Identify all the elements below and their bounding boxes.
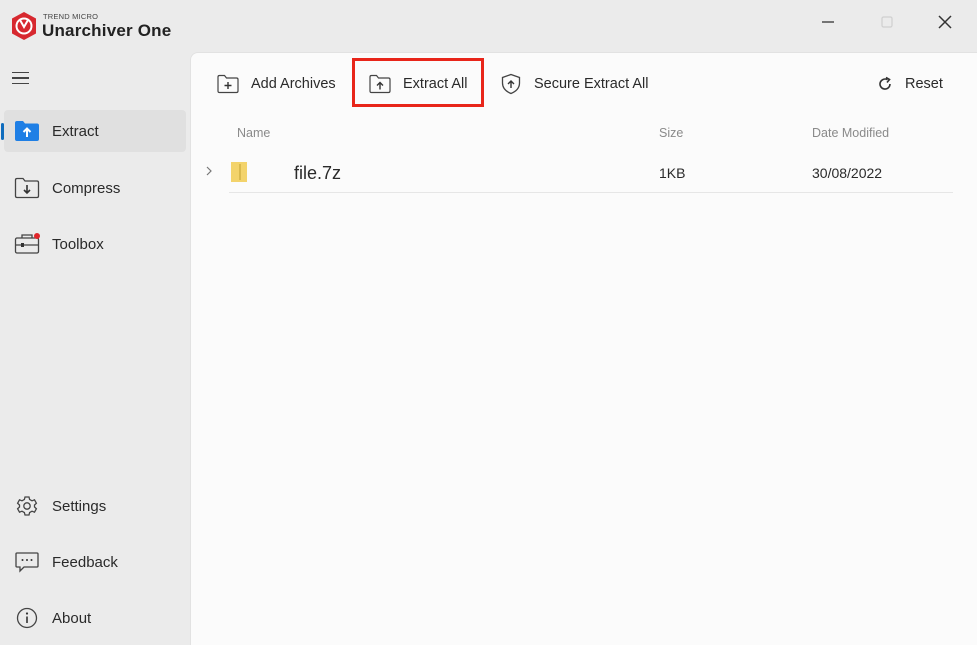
sidebar-item-label: Settings [52,498,107,515]
column-header-size[interactable]: Size [659,126,683,140]
close-icon [938,15,952,29]
column-header-name[interactable]: Name [237,126,270,140]
extract-folder-icon [369,74,391,94]
active-indicator [1,123,4,140]
column-header-date-modified[interactable]: Date Modified [812,126,889,140]
sidebar-item-label: Extract [52,123,99,140]
content-panel: Add Archives Extract All Secure Extract … [190,52,977,645]
sidebar-item-label: About [52,610,92,627]
sidebar-item-extract[interactable]: Extract [1,110,186,152]
zip-folder-icon [231,162,247,182]
sidebar-item-toolbox[interactable]: Toolbox [4,223,186,265]
feedback-icon [15,552,39,573]
hamburger-icon [12,71,29,74]
info-icon [16,607,38,629]
app-title: Unarchiver One [42,21,172,40]
add-folder-icon [217,74,239,94]
chevron-right-icon[interactable] [204,165,214,177]
sidebar-item-label: Feedback [52,554,118,571]
sidebar-item-compress[interactable]: Compress [4,167,186,209]
file-name: file.7z [294,163,342,183]
vendor-name: TREND MICRO [43,12,99,21]
extract-all-label: Extract All [403,76,468,92]
minimize-icon [822,21,834,23]
secure-extract-all-label: Secure Extract All [534,76,649,92]
sidebar: Extract Compress Toolbox Settings Feedba… [0,52,190,645]
reset-button[interactable]: Reset [877,69,943,99]
sidebar-item-label: Compress [52,180,121,197]
file-size: 1KB [659,165,686,181]
hamburger-menu-button[interactable] [12,68,34,88]
row-divider [229,192,953,193]
close-button[interactable] [925,8,965,36]
table-row[interactable]: file.7z 1KB 30/08/2022 [201,153,953,193]
maximize-icon [881,16,893,28]
extract-folder-icon [15,121,39,141]
trend-micro-logo-icon [12,12,36,40]
sidebar-item-settings[interactable]: Settings [4,485,186,527]
sidebar-item-about[interactable]: About [4,597,186,639]
reset-label: Reset [905,76,943,92]
title-bar: TREND MICRO Unarchiver One [0,0,977,52]
compress-folder-icon [14,177,40,199]
secure-extract-all-button[interactable]: Secure Extract All [500,69,648,99]
gear-icon [16,496,38,516]
add-archives-label: Add Archives [251,76,336,92]
extract-all-button[interactable]: Extract All [369,69,467,99]
toolbox-icon [14,233,40,254]
maximize-button[interactable] [867,8,907,36]
minimize-button[interactable] [808,8,848,36]
sidebar-item-label: Toolbox [52,236,104,253]
shield-icon [501,73,521,95]
sidebar-item-feedback[interactable]: Feedback [4,541,186,583]
add-archives-button[interactable]: Add Archives [217,69,336,99]
reset-icon [879,76,891,90]
file-date-modified: 30/08/2022 [812,165,883,181]
